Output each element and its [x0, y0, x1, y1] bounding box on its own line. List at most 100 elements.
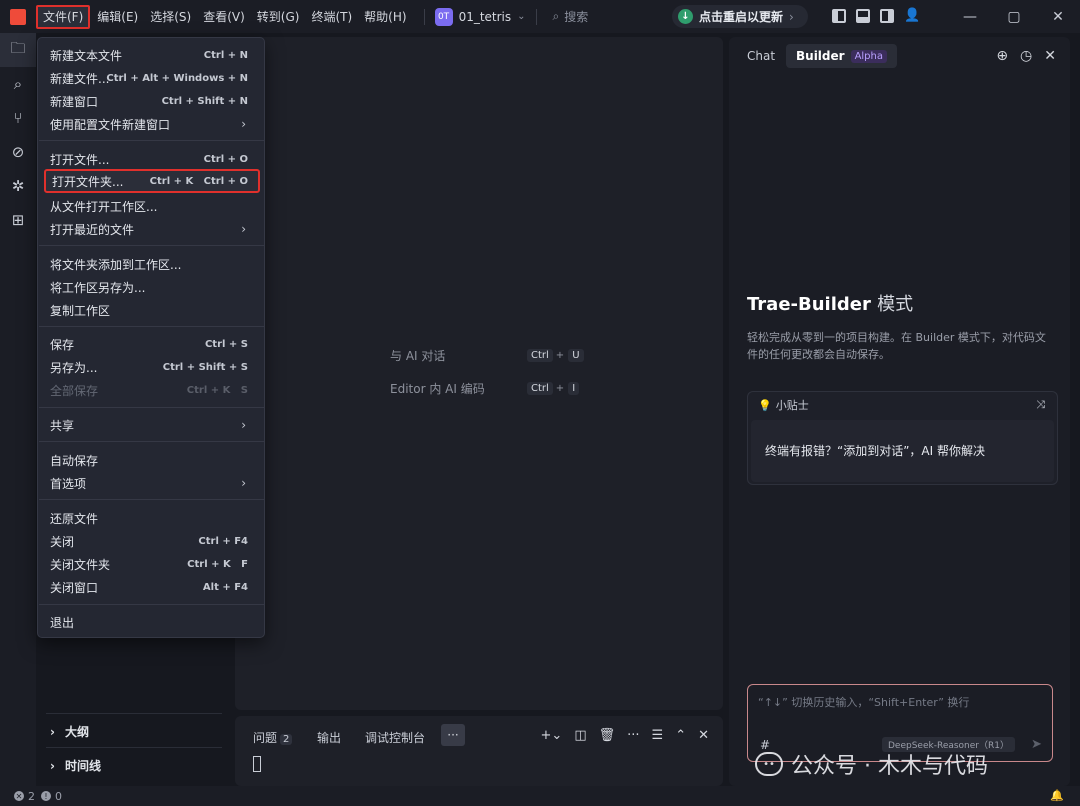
- search-icon[interactable]: ⌕: [0, 67, 36, 101]
- builder-title: Trae-Builder 模式: [747, 290, 913, 316]
- kbd-key: I: [568, 382, 580, 395]
- menu-open-folder[interactable]: 打开文件夹... Ctrl + K Ctrl + O: [44, 169, 260, 193]
- menu-help[interactable]: 帮助(H): [359, 5, 411, 29]
- project-switcher[interactable]: 0T 01_tetris ⌄: [434, 7, 526, 26]
- menu-item-shortcut: Alt + F4: [202, 581, 248, 593]
- menu-auto-save[interactable]: 自动保存: [46, 449, 258, 471]
- menu-file[interactable]: 文件(F): [36, 4, 91, 29]
- menu-view[interactable]: 查看(V): [198, 5, 250, 29]
- chat-input-placeholder: “↑↓” 切换历史输入，“Shift+Enter” 换行: [758, 696, 970, 709]
- menu-close-window[interactable]: 关闭窗口 Alt + F4: [46, 576, 258, 598]
- menu-divider: [39, 441, 265, 442]
- update-label: 点击重启以更新: [699, 10, 784, 24]
- history-icon[interactable]: ◷: [1020, 48, 1032, 64]
- menu-close[interactable]: 关闭 Ctrl + F4: [46, 530, 258, 552]
- ai-panel: Chat Builder Alpha ⊕ ◷ ✕ Trae-Builder 模式…: [729, 37, 1070, 786]
- command-search[interactable]: ⌕ 搜索: [553, 8, 589, 25]
- menu-save-workspace-as[interactable]: 将工作区另存为...: [46, 276, 258, 298]
- chevron-right-icon: ›: [50, 724, 55, 739]
- menu-duplicate-workspace[interactable]: 复制工作区: [46, 299, 258, 321]
- minimize-button[interactable]: —: [948, 0, 992, 33]
- menu-new-window-profile[interactable]: 使用配置文件新建窗口 ›: [46, 113, 258, 135]
- menu-save[interactable]: 保存 Ctrl + S: [46, 333, 258, 355]
- more-icon[interactable]: ···: [627, 728, 639, 743]
- account-icon[interactable]: 👤: [904, 9, 920, 23]
- tab-output[interactable]: 输出: [317, 729, 341, 746]
- tip-heading: 小贴士: [775, 399, 809, 412]
- filter-icon[interactable]: ☰: [652, 728, 664, 743]
- window-controls: — ▢ ✕: [948, 0, 1080, 33]
- close-icon[interactable]: ✕: [698, 728, 709, 743]
- restart-update-button[interactable]: ↓ 点击重启以更新 ›: [672, 5, 808, 28]
- lightbulb-icon: 💡: [758, 398, 772, 412]
- menu-open-workspace[interactable]: 从文件打开工作区...: [46, 195, 258, 217]
- send-icon[interactable]: ➤: [1031, 737, 1042, 752]
- chevron-down-icon: ⌄: [517, 11, 526, 22]
- toggle-panel-icon[interactable]: [856, 9, 870, 23]
- menu-item-label: 关闭文件夹: [50, 557, 111, 572]
- menu-open-recent[interactable]: 打开最近的文件 ›: [46, 218, 258, 240]
- kbd-plus: +: [555, 383, 565, 394]
- menu-item-label: 关闭窗口: [50, 580, 99, 595]
- menu-selection[interactable]: 选择(S): [145, 5, 196, 29]
- timeline-section[interactable]: › 时间线: [50, 757, 101, 774]
- chevron-right-icon: ›: [241, 222, 246, 236]
- shuffle-icon[interactable]: ⤨: [1036, 398, 1045, 412]
- close-icon[interactable]: ✕: [1044, 48, 1056, 64]
- problems-count-badge: 2: [280, 734, 293, 745]
- menu-edit[interactable]: 编辑(E): [92, 5, 143, 29]
- menu-open-file[interactable]: 打开文件... Ctrl + O: [46, 148, 258, 170]
- debug-icon[interactable]: ✲: [0, 169, 36, 203]
- error-icon[interactable]: ✕: [14, 791, 24, 801]
- hint-ai-chat-label: 与 AI 对话: [390, 349, 446, 363]
- warning-count[interactable]: 0: [55, 790, 62, 803]
- extensions-icon[interactable]: ⊞: [0, 203, 36, 237]
- menu-new-window[interactable]: 新建窗口 Ctrl + Shift + N: [46, 90, 258, 112]
- menu-item-label: 保存: [50, 337, 75, 352]
- alpha-badge: Alpha: [850, 49, 887, 63]
- menu-terminal[interactable]: 终端(T): [306, 5, 357, 29]
- kbd-key: U: [568, 349, 584, 362]
- error-count[interactable]: 2: [28, 790, 35, 803]
- menu-share[interactable]: 共享 ›: [46, 414, 258, 436]
- source-control-icon[interactable]: ⑂: [0, 101, 36, 135]
- notification-bell-icon[interactable]: 🔔: [1050, 789, 1064, 802]
- app-logo-icon: [10, 8, 26, 25]
- menu-preferences[interactable]: 首选项 ›: [46, 472, 258, 494]
- menu-revert-file[interactable]: 还原文件: [46, 507, 258, 529]
- split-icon[interactable]: ◫: [574, 728, 586, 743]
- trash-icon[interactable]: 🗑: [599, 728, 616, 743]
- layout-controls: 👤: [832, 9, 920, 23]
- chevron-right-icon: ›: [50, 758, 55, 773]
- close-window-button[interactable]: ✕: [1036, 0, 1080, 33]
- menu-add-folder-to-workspace[interactable]: 将文件夹添加到工作区...: [46, 253, 258, 275]
- menu-new-file[interactable]: 新建文件... Ctrl + Alt + Windows + N: [46, 67, 258, 89]
- editor-area[interactable]: 与 AI 对话 Ctrl + U Editor 内 AI 编码 Ctrl + I: [235, 37, 723, 710]
- maximize-button[interactable]: ▢: [992, 0, 1036, 33]
- menu-divider: [39, 140, 265, 141]
- menu-item-shortcut: Ctrl + Shift + N: [161, 95, 248, 107]
- download-icon: ↓: [678, 9, 693, 24]
- chevron-up-icon[interactable]: ⌃: [675, 728, 686, 743]
- menu-save-as[interactable]: 另存为... Ctrl + Shift + S: [46, 356, 258, 378]
- tab-chat[interactable]: Chat: [737, 44, 785, 68]
- tab-debug-console[interactable]: 调试控制台: [365, 729, 425, 746]
- new-terminal-icon[interactable]: +⌄: [541, 728, 563, 743]
- menu-exit[interactable]: 退出: [46, 611, 258, 633]
- toggle-primary-sidebar-icon[interactable]: [832, 9, 846, 23]
- tab-builder[interactable]: Builder Alpha: [786, 44, 897, 68]
- menu-item-label: 打开最近的文件: [50, 222, 135, 237]
- toggle-secondary-sidebar-icon[interactable]: [880, 9, 894, 23]
- remote-icon[interactable]: ⊘: [0, 135, 36, 169]
- warning-icon[interactable]: !: [41, 791, 51, 801]
- more-tabs-button[interactable]: ···: [441, 724, 465, 746]
- menu-go[interactable]: 转到(G): [252, 5, 305, 29]
- menu-new-text-file[interactable]: 新建文本文件 Ctrl + N: [46, 44, 258, 66]
- tab-problems[interactable]: 问题 2: [253, 729, 293, 746]
- new-chat-icon[interactable]: ⊕: [996, 48, 1008, 64]
- outline-section[interactable]: › 大纲: [50, 723, 89, 740]
- explorer-icon[interactable]: 🗀: [0, 33, 36, 67]
- menu-item-label: 复制工作区: [50, 303, 111, 318]
- menu-close-folder[interactable]: 关闭文件夹 Ctrl + K F: [46, 553, 258, 575]
- tip-text: 终端有报错？“添加到对话”，AI 帮你解决: [751, 420, 1054, 482]
